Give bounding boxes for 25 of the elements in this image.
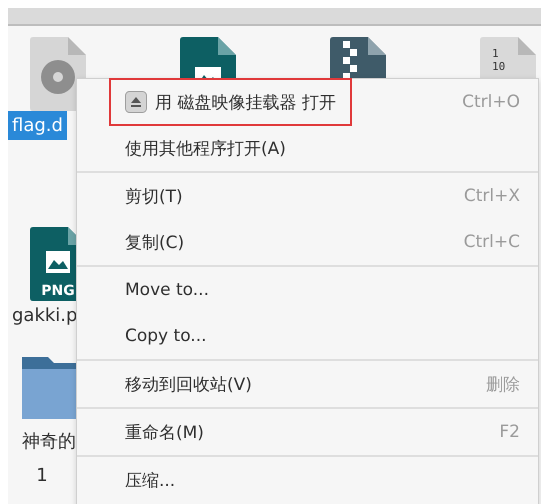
- menu-item-label: Copy to...: [125, 326, 207, 346]
- shortcut-label: Ctrl+X: [464, 186, 520, 206]
- menu-item-label: 用 磁盘映像挂载器 打开: [155, 92, 336, 114]
- menu-item-label: 重命名(M): [125, 422, 204, 444]
- menu-item[interactable]: 剪切(T) Ctrl+X: [77, 173, 538, 219]
- file-name[interactable]: 神奇的: [22, 425, 76, 460]
- binary-file-icon: 1 10: [480, 37, 536, 78]
- menu-item-label: 移动到回收站(V): [125, 374, 252, 396]
- menu-item[interactable]: 重命名(M) F2: [77, 409, 538, 455]
- file-name[interactable]: 1: [36, 459, 48, 494]
- menu-item[interactable]: 压缩...: [77, 457, 538, 503]
- menu-item-label: Move to...: [125, 280, 209, 300]
- shortcut-label: F2: [499, 422, 520, 442]
- file-name[interactable]: flag.d: [8, 111, 67, 140]
- shortcut-label: 删除: [486, 374, 520, 396]
- menu-item[interactable]: Copy to...: [77, 313, 538, 359]
- shortcut-label: Ctrl+O: [462, 92, 520, 112]
- menu-item[interactable]: 使用其他程序打开(A): [77, 125, 538, 171]
- menu-item[interactable]: 移动到回收站(V) 删除: [77, 361, 538, 407]
- menu-item-label: 复制(C): [125, 232, 184, 254]
- eject-icon: [125, 91, 147, 113]
- menu-item-label: 压缩...: [125, 470, 176, 492]
- shortcut-label: Ctrl+C: [464, 232, 520, 252]
- menu-item-label: 剪切(T): [125, 186, 183, 208]
- menu-item-label: 使用其他程序打开(A): [125, 138, 286, 160]
